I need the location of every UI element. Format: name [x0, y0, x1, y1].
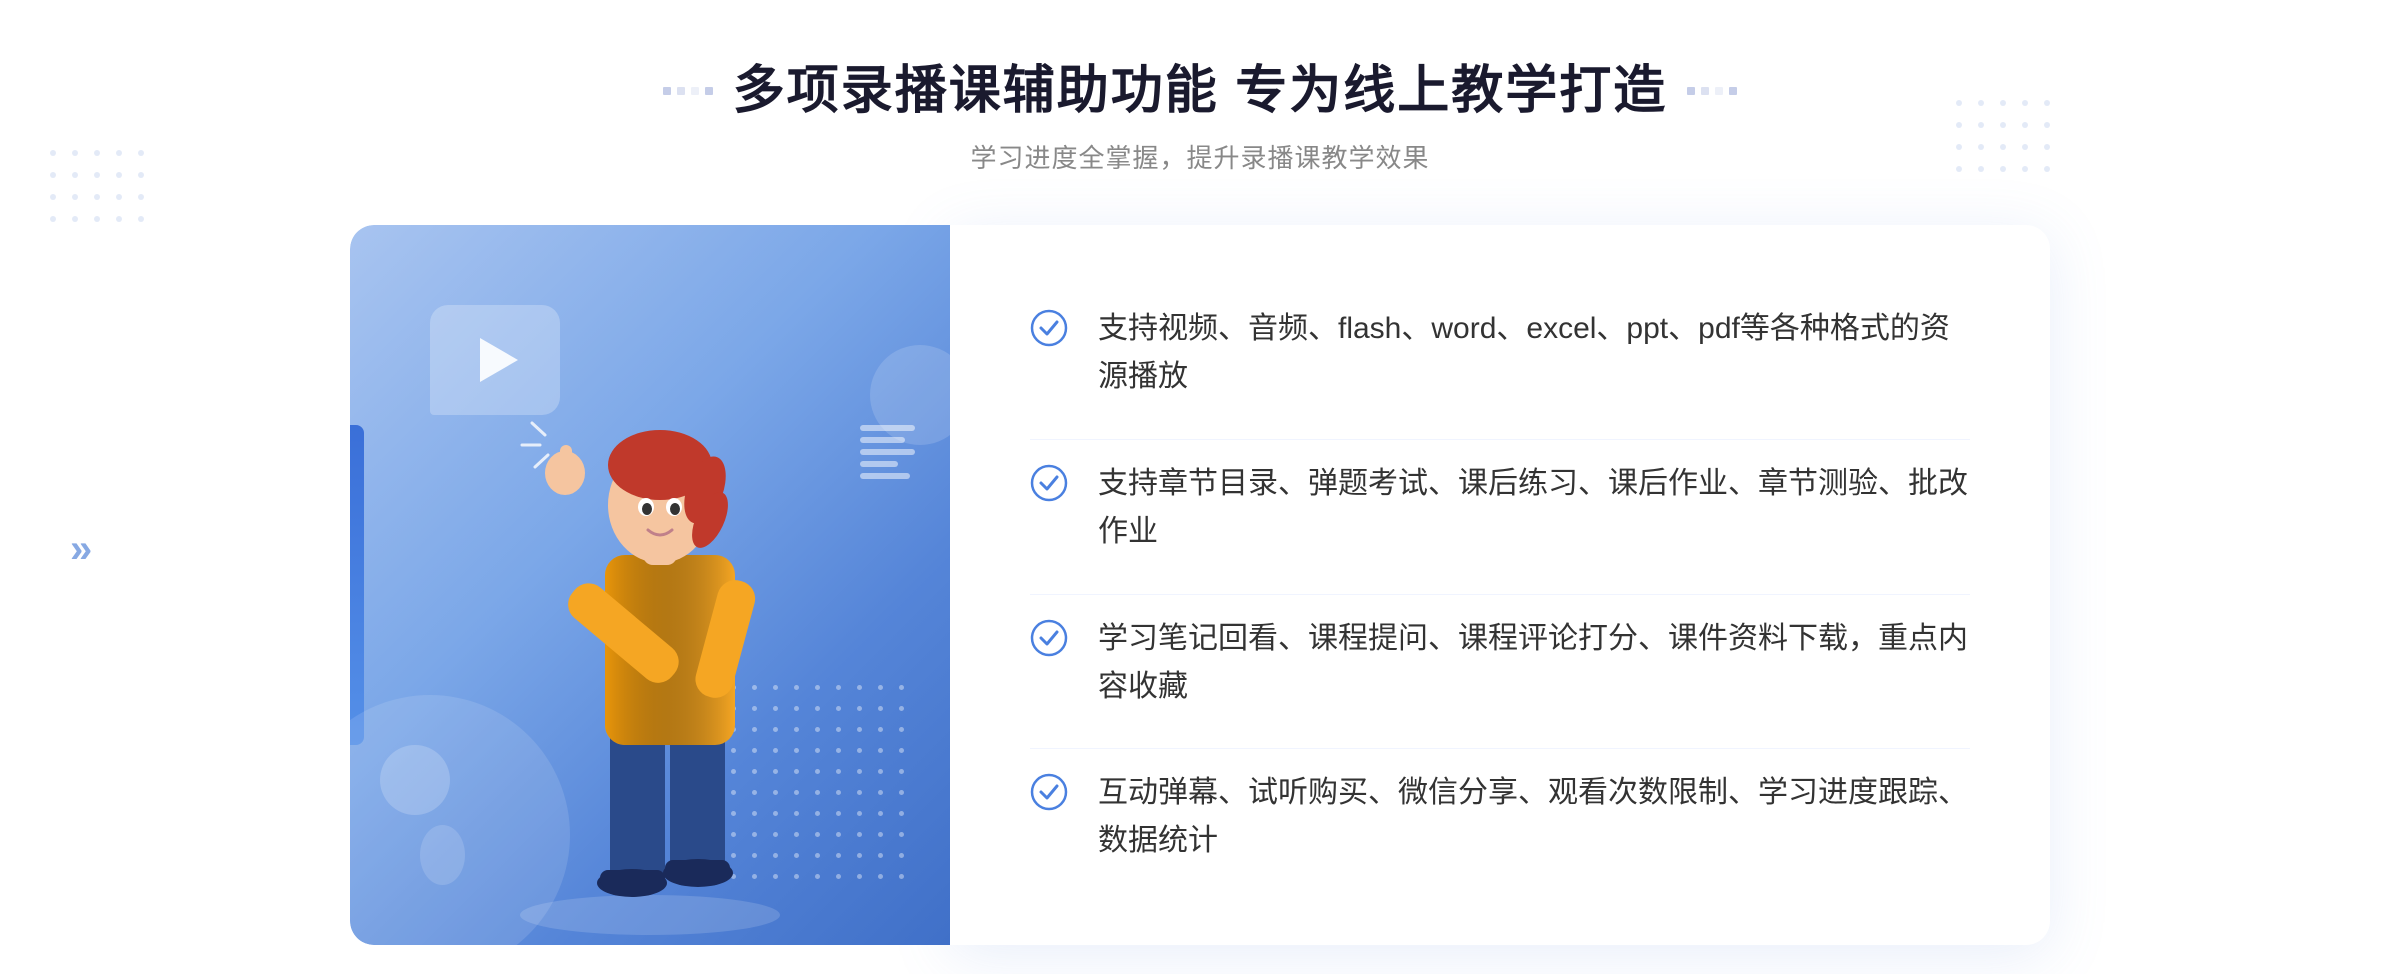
check-icon-3: [1030, 619, 1068, 657]
check-icon-2: [1030, 464, 1068, 502]
feature-text-1: 支持视频、音频、flash、word、excel、ppt、pdf等各种格式的资源…: [1098, 305, 1970, 401]
left-decorator: [663, 87, 713, 95]
title-row: 多项录播课辅助功能 专为线上教学打造: [663, 60, 1737, 122]
check-icon-1: [1030, 309, 1068, 347]
feature-text-2: 支持章节目录、弹题考试、课后练习、课后作业、章节测验、批改作业: [1098, 460, 1970, 556]
bg-dots-right: [1956, 100, 2050, 188]
features-panel: 支持视频、音频、flash、word、excel、ppt、pdf等各种格式的资源…: [950, 225, 2050, 945]
illustration-panel: [350, 225, 950, 945]
deco-circle-bottom-left: [380, 745, 450, 815]
feature-item-1: 支持视频、音频、flash、word、excel、ppt、pdf等各种格式的资源…: [1030, 285, 1970, 421]
deco-ellipse-bottom: [420, 825, 465, 885]
right-decorator: [1687, 87, 1737, 95]
main-content: 支持视频、音频、flash、word、excel、ppt、pdf等各种格式的资源…: [350, 225, 2050, 945]
left-chevron-decoration: »: [70, 527, 92, 572]
page-container: 多项录播课辅助功能 专为线上教学打造 学习进度全掌握，提升录播课教学效果 »: [0, 0, 2400, 974]
feature-item-4: 互动弹幕、试听购买、微信分享、观看次数限制、学习进度跟踪、数据统计: [1030, 748, 1970, 885]
main-title: 多项录播课辅助功能 专为线上教学打造: [733, 60, 1667, 122]
side-accent-bar: [350, 425, 364, 745]
person-illustration: [460, 325, 840, 945]
check-icon-4: [1030, 773, 1068, 811]
header-section: 多项录播课辅助功能 专为线上教学打造 学习进度全掌握，提升录播课教学效果: [663, 60, 1737, 175]
feature-item-3: 学习笔记回看、课程提问、课程评论打分、课件资料下载，重点内容收藏: [1030, 594, 1970, 731]
subtitle: 学习进度全掌握，提升录播课教学效果: [970, 138, 1429, 175]
bg-dots-left: [50, 150, 144, 238]
feature-text-4: 互动弹幕、试听购买、微信分享、观看次数限制、学习进度跟踪、数据统计: [1098, 769, 1970, 865]
feature-text-3: 学习笔记回看、课程提问、课程评论打分、课件资料下载，重点内容收藏: [1098, 615, 1970, 711]
feature-item-2: 支持章节目录、弹题考试、课后练习、课后作业、章节测验、批改作业: [1030, 439, 1970, 576]
